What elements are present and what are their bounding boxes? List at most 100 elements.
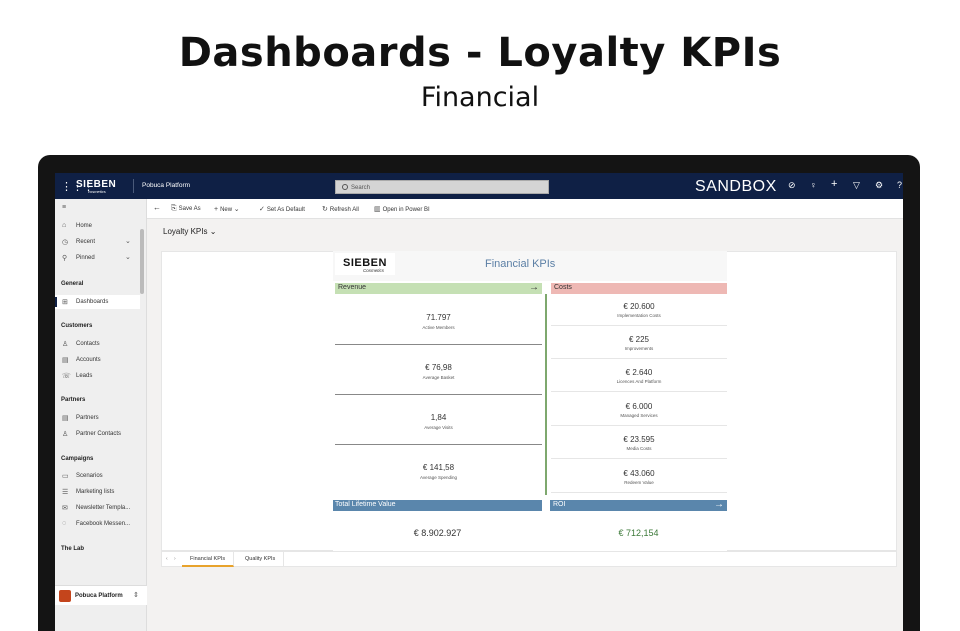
refresh-all-button[interactable]: ↻ Refresh All: [322, 205, 359, 213]
task-check-icon[interactable]: ⊘: [788, 180, 796, 191]
sidebar-item-label: Partners: [76, 415, 99, 421]
environment-label: SANDBOX: [695, 178, 777, 195]
kpi-redeem-value: € 43.060 Redeem Value: [551, 463, 727, 493]
section-customers: Customers: [61, 323, 93, 329]
kpi-media-costs: € 23.595 Media Costs: [551, 429, 727, 459]
chevron-down-icon[interactable]: ⌄: [125, 253, 131, 261]
refresh-icon: ↻: [322, 206, 328, 213]
sidebar-item-label: Newsletter Templa...: [76, 505, 131, 511]
new-button[interactable]: + New ⌄: [214, 205, 242, 213]
kpi-label: Average Spending: [420, 475, 457, 480]
sidebar-item-label: Leads: [76, 373, 93, 379]
set-default-button[interactable]: ✓ Set As Default: [259, 205, 305, 213]
building-icon: ▤: [62, 415, 69, 422]
check-icon: ✓: [259, 206, 265, 213]
roi-header[interactable]: ROI →: [550, 499, 727, 511]
kpi-separator: [335, 444, 542, 445]
kpi-average-spending: € 141,58 Average Spending: [335, 451, 542, 497]
menu-toggle[interactable]: ≡: [55, 201, 140, 215]
kpi-value: 1,84: [430, 413, 447, 422]
chevron-down-icon[interactable]: ⌄: [234, 206, 240, 213]
kpi-label: Average Basket: [422, 375, 455, 380]
chevron-down-icon: ⌄: [209, 227, 217, 236]
set-default-label: Set As Default: [266, 207, 305, 213]
page-subheading: Financial: [420, 82, 540, 113]
kpi-value: € 225: [628, 335, 650, 344]
page-heading: Dashboards - Loyalty KPIs: [178, 30, 782, 76]
kpi-value: € 76,98: [425, 363, 452, 372]
area-switcher-label: Pobuca Platform: [75, 593, 123, 599]
sidebar-item-partner-contacts[interactable]: ♙ Partner Contacts: [55, 427, 140, 441]
sidebar-item-home[interactable]: ⌂ Home: [55, 219, 140, 233]
plus-icon: +: [214, 206, 219, 213]
kpi-licences-platform: € 2.640 Licences And Platform: [551, 362, 727, 392]
sidebar-scrollbar[interactable]: [140, 229, 144, 294]
plus-icon[interactable]: +: [831, 178, 837, 190]
gear-icon[interactable]: ⚙: [875, 180, 883, 191]
report-logo: SIEBEN Cosmetics: [335, 253, 395, 275]
tab-next-icon[interactable]: ›: [174, 556, 176, 562]
roi-label: ROI: [553, 501, 566, 508]
kpi-label: Implementation Costs: [617, 313, 661, 318]
kpi-separator: [335, 394, 542, 395]
arrow-right-icon[interactable]: →: [529, 282, 539, 293]
kpi-value: 71.797: [426, 313, 451, 322]
tab-prev-icon[interactable]: ‹: [166, 556, 168, 562]
sidebar-item-pinned[interactable]: ⚲ Pinned ⌄: [55, 251, 140, 265]
sidebar-item-scenarios[interactable]: ▭ Scenarios: [55, 469, 140, 483]
dashboard-selector[interactable]: Loyalty KPIs ⌄: [163, 227, 216, 236]
open-power-bi-button[interactable]: ▥ Open in Power BI: [374, 205, 430, 213]
kpi-value: € 2.640: [625, 368, 653, 377]
sidebar-item-label: Contacts: [76, 341, 100, 347]
report-tabs: ‹ › Financial KPIs Quality KPIs: [161, 551, 897, 567]
command-bar: ← ⎘ Save As + New ⌄ ✓ Set As Default ↻ Refre…: [147, 199, 903, 219]
refresh-label: Refresh All: [329, 207, 359, 213]
tab-quality-kpis[interactable]: Quality KPIs: [237, 552, 285, 567]
sidebar-item-label: Marketing lists: [76, 489, 115, 495]
home-icon: ⌂: [62, 222, 67, 229]
sidebar-item-leads[interactable]: ☏ Leads: [55, 369, 140, 383]
sidebar-item-facebook-messenger[interactable]: ◌ Facebook Messen...: [55, 517, 140, 531]
kpi-label: Licences And Platform: [616, 379, 662, 384]
building-icon: ▤: [62, 357, 69, 364]
new-label: New: [220, 207, 233, 213]
kpi-average-basket: € 76,98 Average Basket: [335, 351, 542, 397]
area-switcher[interactable]: Pobuca Platform ⇕: [55, 585, 147, 605]
revenue-label: Revenue: [338, 284, 367, 291]
avatar: [59, 590, 71, 602]
save-as-button[interactable]: ⎘ Save As: [171, 205, 201, 213]
filter-icon[interactable]: ▽: [853, 180, 860, 191]
kpi-label: Active Members: [422, 325, 455, 330]
lightbulb-icon[interactable]: ♀: [810, 180, 817, 190]
kpi-active-members: 71.797 Active Members: [335, 301, 542, 347]
help-icon[interactable]: ?: [897, 180, 902, 190]
search-input[interactable]: Search: [335, 180, 549, 194]
sidebar: ≡ ⌂ Home ◷ Recent ⌄ ⚲ Pinned ⌄ General ⊞ Dashb…: [55, 199, 147, 631]
sidebar-item-label: Accounts: [76, 357, 101, 363]
chevron-down-icon[interactable]: ⌄: [125, 237, 131, 245]
sidebar-item-accounts[interactable]: ▤ Accounts: [55, 353, 140, 367]
kpi-value: € 6.000: [625, 402, 653, 411]
section-the-lab: The Lab: [61, 546, 85, 552]
sidebar-item-partners[interactable]: ▤ Partners: [55, 411, 140, 425]
chevron-updown-icon[interactable]: ⇕: [133, 591, 139, 599]
kpi-value: € 43.060: [623, 469, 655, 478]
sidebar-item-dashboards[interactable]: ⊞ Dashboards: [55, 295, 140, 309]
kpi-value: € 23.595: [623, 435, 655, 444]
revenue-header[interactable]: Revenue →: [335, 282, 542, 294]
list-icon: ☰: [62, 489, 69, 496]
arrow-right-icon[interactable]: →: [714, 499, 724, 510]
hamburger-icon: ≡: [62, 204, 67, 211]
sidebar-item-label: Dashboards: [76, 299, 109, 305]
sidebar-item-label: Home: [76, 223, 93, 229]
sidebar-item-contacts[interactable]: ♙ Contacts: [55, 337, 140, 351]
kpi-label: Redeem Value: [624, 480, 654, 485]
top-bar: ⋮⋮⋮ SIEBEN cosmetics Pobuca Platform Sea…: [55, 173, 903, 199]
tab-financial-kpis[interactable]: Financial KPIs: [182, 552, 235, 567]
dashboard-title: Loyalty KPIs: [163, 227, 208, 236]
sidebar-item-newsletter-templates[interactable]: ✉ Newsletter Templa...: [55, 501, 140, 515]
platform-name[interactable]: Pobuca Platform: [142, 182, 190, 189]
sidebar-item-marketing-lists[interactable]: ☰ Marketing lists: [55, 485, 140, 499]
sidebar-item-recent[interactable]: ◷ Recent ⌄: [55, 235, 140, 249]
back-button[interactable]: ←: [153, 203, 161, 212]
